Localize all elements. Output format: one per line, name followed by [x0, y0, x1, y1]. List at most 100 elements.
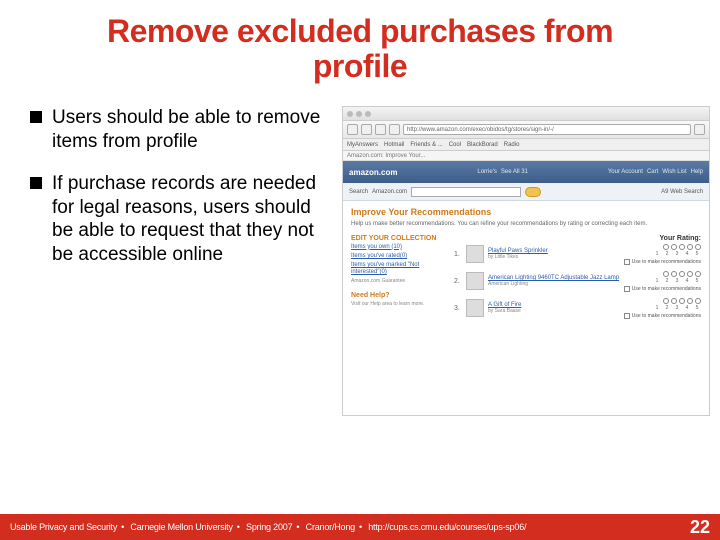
site-search-bar: Search Amazon.com A9 Web Search: [343, 183, 709, 201]
product-info: A Gift of Fire by Sara Baase: [488, 302, 620, 315]
rating-numbers: 12345: [653, 278, 701, 284]
site-header-center: Lorrie's See All 31: [477, 169, 528, 175]
product-row: 2. American Lighting 9460TC Adjustable J…: [454, 271, 701, 292]
product-thumb: [466, 245, 484, 263]
section-subtitle: Help us make better recommendations. You…: [351, 221, 701, 228]
bookmark-item: Radio: [504, 142, 520, 148]
a9-search: A9 Web Search: [661, 189, 703, 195]
body: Users should be able to remove items fro…: [0, 88, 720, 416]
checkbox-icon: [624, 286, 630, 292]
search-label: Search: [349, 189, 368, 195]
bullet-item: Users should be able to remove items fro…: [30, 106, 330, 154]
text-column: Users should be able to remove items fro…: [30, 106, 330, 416]
product-byline: by Little Tikes: [488, 254, 620, 260]
bullet-item: If purchase records are needed for legal…: [30, 172, 330, 267]
footer-part: http://cups.cs.cmu.edu/courses/ups-sp06/: [368, 522, 526, 532]
footer-part: Usable Privacy and Security: [10, 522, 117, 532]
checkbox-icon: [624, 259, 630, 265]
rating-block: 12345 Use to make recommendations: [624, 298, 701, 319]
tab-label: Amazon.com: Improve Your...: [343, 151, 709, 161]
product-byline: by Sara Baase: [488, 308, 620, 314]
site-header-right: Your Account Cart Wish List Help: [608, 169, 703, 175]
rating-block: 12345 Use to make recommendations: [624, 271, 701, 292]
browser-titlebar: [343, 107, 709, 121]
window-control-icon: [365, 111, 371, 117]
use-checkbox-row: Use to make recommendations: [624, 313, 701, 319]
rating-numbers: 12345: [653, 251, 701, 257]
footer-text: Usable Privacy and Security• Carnegie Me…: [10, 522, 526, 532]
product-thumb: [466, 272, 484, 290]
row-number: 3.: [454, 305, 462, 312]
help-text: Visit our Help area to learn more.: [351, 301, 446, 307]
radio-icon: [671, 271, 677, 277]
radio-icon: [663, 244, 669, 250]
bookmark-item: BlackBorad: [467, 142, 498, 148]
page-number: 22: [690, 517, 710, 538]
square-bullet-icon: [30, 177, 42, 189]
product-row: 1. Playful Paws Sprinkler by Little Tike…: [454, 244, 701, 265]
left-link: Items you've marked "Not interested"(0): [351, 262, 446, 276]
bookmark-item: Hotmail: [384, 142, 404, 148]
right-pane: Your Rating: 1. Playful Paws Sprinkler b…: [454, 235, 701, 410]
product-info: Playful Paws Sprinkler by Little Tikes: [488, 248, 620, 261]
screenshot-column: http://www.amazon.com/exec/obidos/tg/sto…: [342, 106, 710, 416]
use-label: Use to make recommendations: [632, 286, 701, 292]
back-icon: [347, 124, 358, 135]
site-header: amazon.com Lorrie's See All 31 Your Acco…: [343, 161, 709, 183]
product-title: American Lighting 9460TC Adjustable Jazz…: [488, 275, 620, 282]
left-link: Items you own (10): [351, 244, 446, 251]
checkbox-icon: [624, 313, 630, 319]
product-title: A Gift of Fire: [488, 302, 620, 309]
left-pane: EDIT YOUR COLLECTION Items you own (10) …: [351, 235, 446, 410]
radio-icon: [679, 244, 685, 250]
product-row: 3. A Gift of Fire by Sara Baase 12345: [454, 298, 701, 319]
rating-radios: [663, 298, 701, 304]
rating-numbers: 12345: [653, 305, 701, 311]
browser-toolbar: http://www.amazon.com/exec/obidos/tg/sto…: [343, 121, 709, 139]
product-title: Playful Paws Sprinkler: [488, 248, 620, 255]
header-link: See All 31: [501, 169, 528, 175]
left-link: Items you've rated(0): [351, 253, 446, 260]
content-columns: EDIT YOUR COLLECTION Items you own (10) …: [351, 235, 701, 410]
radio-icon: [687, 271, 693, 277]
title-line2: profile: [313, 48, 407, 84]
bookmark-item: MyAnswers: [347, 142, 378, 148]
radio-icon: [695, 298, 701, 304]
footer-part: Spring 2007: [246, 522, 292, 532]
search-input: [411, 187, 521, 197]
bullet-text: Users should be able to remove items fro…: [52, 106, 330, 154]
bookmark-bar: MyAnswers Hotmail Friends & ... Cool Bla…: [343, 139, 709, 151]
bookmark-item: Friends & ...: [410, 142, 442, 148]
footer-part: Cranor/Hong: [306, 522, 355, 532]
help-header: Need Help?: [351, 292, 446, 299]
product-byline: American Lighting: [488, 281, 620, 287]
radio-icon: [671, 298, 677, 304]
section-title: Improve Your Recommendations: [351, 207, 701, 217]
home-icon: [389, 124, 400, 135]
use-checkbox-row: Use to make recommendations: [624, 286, 701, 292]
square-bullet-icon: [30, 111, 42, 123]
radio-icon: [663, 271, 669, 277]
search-icon: [694, 124, 705, 135]
product-info: American Lighting 9460TC Adjustable Jazz…: [488, 275, 620, 288]
window-control-icon: [347, 111, 353, 117]
site-content: Improve Your Recommendations Help us mak…: [343, 201, 709, 415]
row-number: 1.: [454, 251, 462, 258]
title-line1: Remove excluded purchases from: [107, 13, 613, 49]
forward-icon: [361, 124, 372, 135]
site-logo: amazon.com: [349, 168, 397, 177]
header-link: Wish List: [662, 169, 686, 175]
use-label: Use to make recommendations: [632, 259, 701, 265]
window-control-icon: [356, 111, 362, 117]
search-dropdown: Amazon.com: [372, 189, 407, 195]
bullet-text: If purchase records are needed for legal…: [52, 172, 330, 267]
bookmark-item: Cool: [449, 142, 461, 148]
footer: Usable Privacy and Security• Carnegie Me…: [0, 514, 720, 540]
radio-icon: [663, 298, 669, 304]
header-link: Your Account: [608, 169, 643, 175]
use-checkbox-row: Use to make recommendations: [624, 259, 701, 265]
slide-title: Remove excluded purchases from profile: [0, 0, 720, 88]
go-button: [525, 187, 541, 197]
browser-mock: http://www.amazon.com/exec/obidos/tg/sto…: [342, 106, 710, 416]
header-link: Cart: [647, 169, 658, 175]
